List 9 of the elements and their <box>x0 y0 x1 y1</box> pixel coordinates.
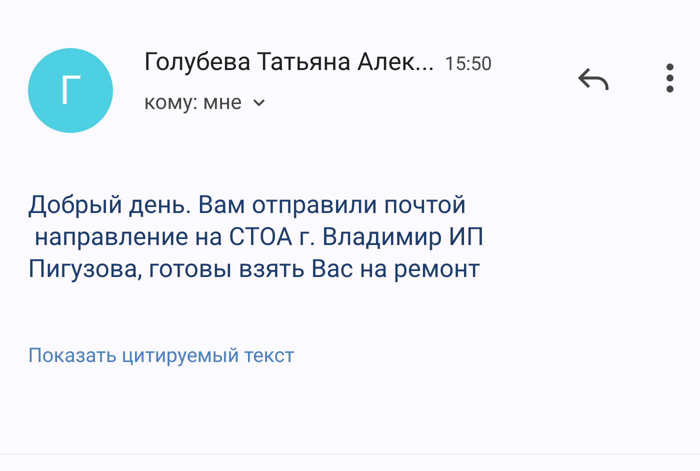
show-quoted-text-link[interactable]: Показать цитируемый текст <box>28 340 294 370</box>
message-time: 15:50 <box>444 51 492 77</box>
recipient-dropdown[interactable]: кому: мне <box>144 88 492 119</box>
avatar-letter: Г <box>59 70 82 110</box>
chevron-down-icon <box>252 98 266 108</box>
sender-name: Голубева Татьяна Алек... <box>144 47 435 79</box>
reply-icon[interactable] <box>577 66 611 92</box>
more-options-icon[interactable] <box>666 63 674 93</box>
message-body: Добрый день. Вам отправили почтой направление на СТОА г. Владимир ИП Пигузова, готовы взять Вас на ремонт <box>28 190 486 286</box>
